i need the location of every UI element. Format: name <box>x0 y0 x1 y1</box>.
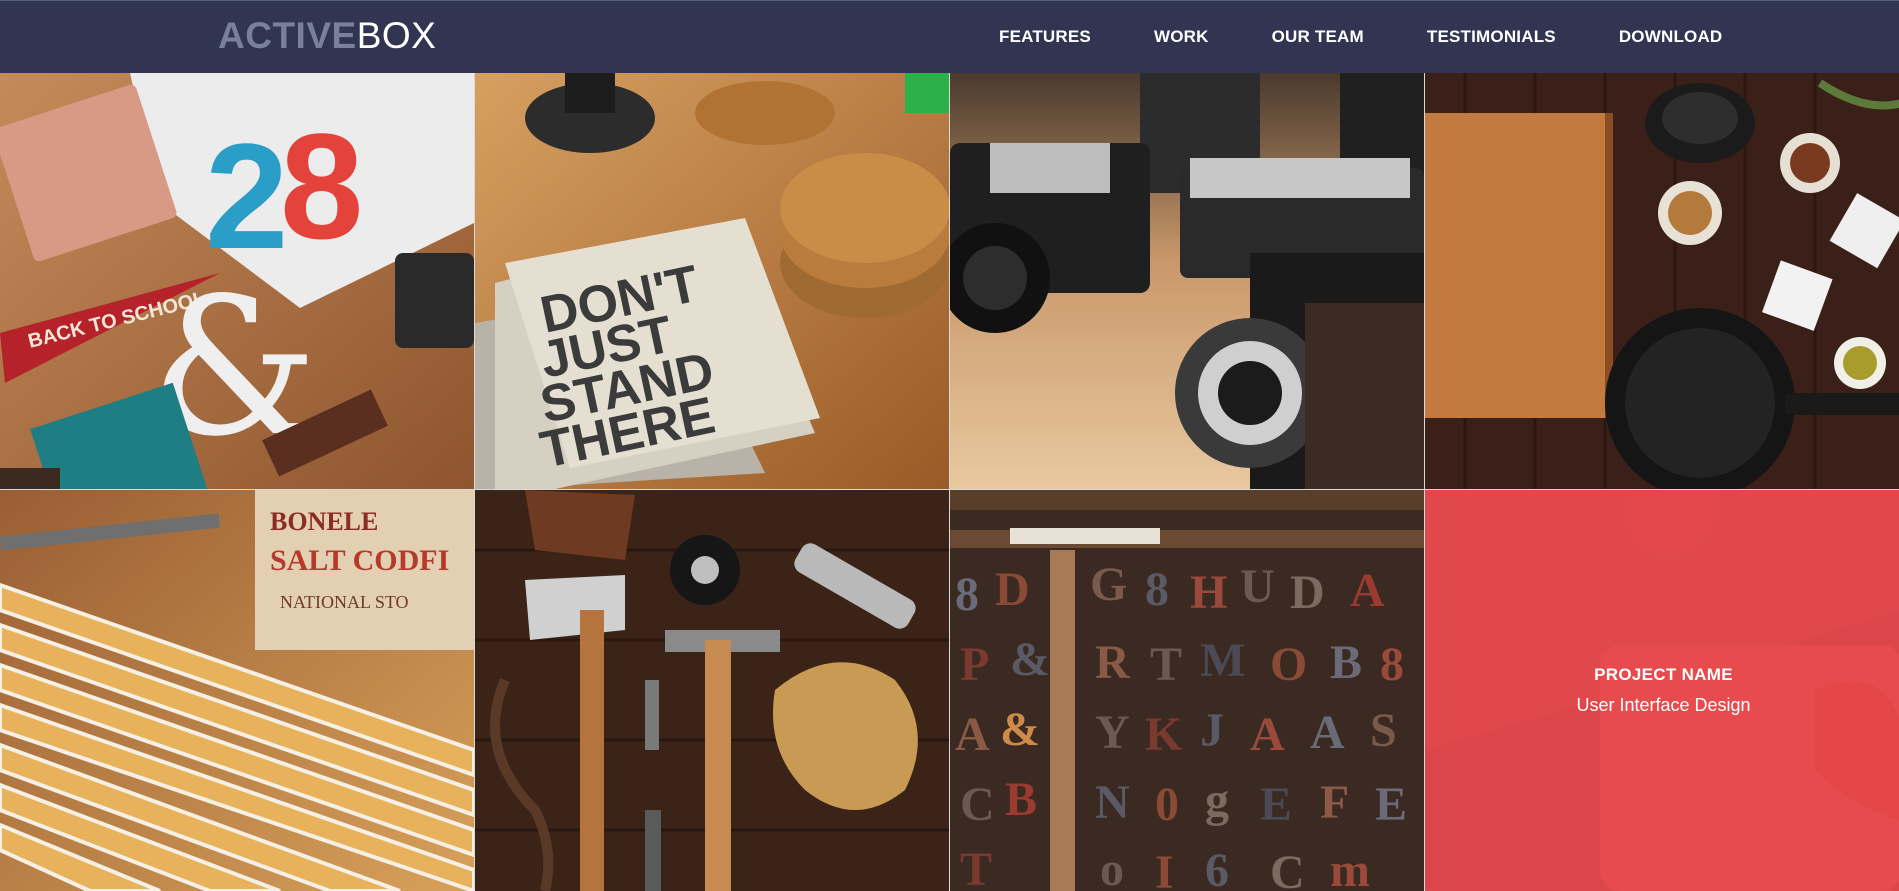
nav-item-work[interactable]: WORK <box>1154 27 1209 47</box>
svg-text:F: F <box>1320 776 1349 829</box>
svg-text:I: I <box>1155 846 1174 891</box>
svg-text:6: 6 <box>1205 844 1229 891</box>
kitchen-image <box>1425 73 1899 489</box>
desk-flatlay-image: 2 8 BACK TO SCHOOL & <box>0 73 474 489</box>
svg-text:E: E <box>1375 778 1407 831</box>
svg-text:J: J <box>1200 704 1224 757</box>
top-navbar: ACTIVEBOX FEATURES WORK OUR TEAM TESTIMO… <box>0 0 1899 73</box>
notebook-image: DON'T JUST STAND THERE <box>475 73 949 489</box>
rulers-image: BONELE SALT CODFI NATIONAL STO <box>0 490 474 891</box>
portfolio-grid: 2 8 BACK TO SCHOOL & DON'T JUST STAND TH… <box>0 73 1899 891</box>
project-category: User Interface Design <box>1576 695 1751 715</box>
svg-text:U: U <box>1240 560 1275 613</box>
portfolio-tile-notebook[interactable]: DON'T JUST STAND THERE <box>475 73 949 489</box>
svg-text:SALT CODFI: SALT CODFI <box>270 544 449 577</box>
svg-text:A: A <box>1250 708 1285 761</box>
logo-bold-text: ACTIVE <box>218 15 357 56</box>
svg-text:o: o <box>1100 843 1124 891</box>
svg-text:B: B <box>1330 636 1362 689</box>
portfolio-tile-wood-type[interactable]: 8 D G 8 H U D A P & R T M O B 8 A & Y K <box>950 490 1424 891</box>
svg-text:M: M <box>1200 634 1245 687</box>
svg-text:B: B <box>1005 773 1037 826</box>
svg-text:H: H <box>1190 566 1227 619</box>
svg-text:&: & <box>1000 703 1040 756</box>
svg-text:R: R <box>1095 636 1131 689</box>
brand-logo[interactable]: ACTIVEBOX <box>218 17 436 54</box>
svg-text:8: 8 <box>1145 563 1169 616</box>
svg-text:E: E <box>1260 778 1292 831</box>
project-overlay: PROJECT NAME User Interface Design <box>1425 490 1899 891</box>
portfolio-tile-cameras[interactable] <box>950 73 1424 489</box>
nav-item-our-team[interactable]: OUR TEAM <box>1272 27 1364 47</box>
logo-light-text: BOX <box>356 15 437 56</box>
portfolio-tile-kitchen[interactable] <box>1425 73 1899 489</box>
svg-text:T: T <box>960 843 992 891</box>
svg-text:K: K <box>1145 708 1182 761</box>
portfolio-tile-tools[interactable] <box>475 490 949 891</box>
nav-item-features[interactable]: FEATURES <box>999 27 1091 47</box>
main-nav: FEATURES WORK OUR TEAM TESTIMONIALS DOWN… <box>999 27 1722 47</box>
svg-text:&: & <box>1010 633 1050 686</box>
nav-item-testimonials[interactable]: TESTIMONIALS <box>1427 27 1556 47</box>
nav-item-download[interactable]: DOWNLOAD <box>1619 27 1723 47</box>
cameras-image <box>950 73 1424 489</box>
portfolio-tile-desk-flatlay[interactable]: 2 8 BACK TO SCHOOL & <box>0 73 474 489</box>
svg-text:P: P <box>960 638 989 691</box>
svg-text:g: g <box>1205 774 1229 827</box>
tools-image <box>475 490 949 891</box>
svg-text:D: D <box>1290 566 1325 619</box>
portfolio-tile-project-hover[interactable]: PROJECT NAME User Interface Design <box>1425 490 1899 891</box>
svg-text:8: 8 <box>1380 638 1404 691</box>
svg-text:O: O <box>1270 638 1307 691</box>
wood-type-image: 8 D G 8 H U D A P & R T M O B 8 A & Y K <box>950 490 1424 891</box>
svg-text:Y: Y <box>1095 706 1130 759</box>
svg-text:C: C <box>960 778 995 831</box>
svg-text:N: N <box>1095 776 1130 829</box>
svg-text:2: 2 <box>205 112 288 280</box>
svg-text:0: 0 <box>1155 778 1179 831</box>
svg-text:A: A <box>1350 564 1385 617</box>
svg-text:BONELE: BONELE <box>270 507 378 536</box>
svg-text:8: 8 <box>280 102 363 270</box>
svg-text:T: T <box>1150 638 1182 691</box>
svg-text:C: C <box>1270 846 1305 891</box>
svg-text:8: 8 <box>955 568 979 621</box>
svg-text:A: A <box>1310 706 1345 759</box>
project-name: PROJECT NAME <box>1594 665 1733 684</box>
svg-text:A: A <box>955 708 990 761</box>
svg-text:m: m <box>1330 844 1370 891</box>
portfolio-tile-rulers[interactable]: BONELE SALT CODFI NATIONAL STO <box>0 490 474 891</box>
svg-text:NATIONAL STO: NATIONAL STO <box>280 592 409 612</box>
svg-text:D: D <box>995 563 1030 616</box>
svg-text:S: S <box>1370 704 1397 757</box>
svg-text:G: G <box>1090 558 1127 611</box>
